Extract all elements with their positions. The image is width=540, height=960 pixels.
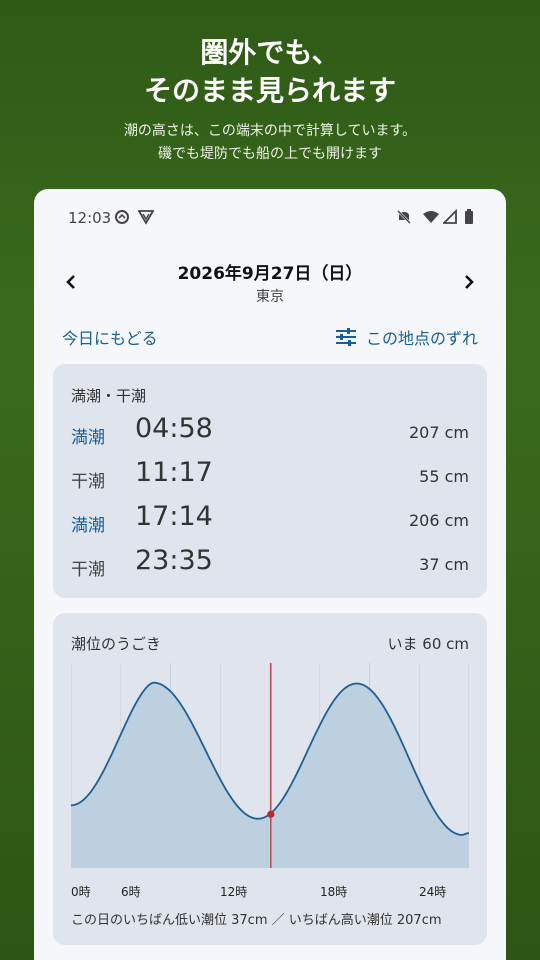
x-tick-label: 12時 xyxy=(220,885,248,899)
status-time: 12:03 xyxy=(68,209,112,227)
promo-title-line2: そのまま見られます xyxy=(143,74,396,107)
tide-height: 55 cm xyxy=(419,467,469,486)
chevron-right-icon xyxy=(465,275,474,289)
tide-row: 干潮 11:17 55 cm xyxy=(71,457,469,497)
tide-chart-card: 潮位のうごき いま 60 cm 0時 6時 12時 18時 24時 この日のいち… xyxy=(53,613,487,945)
promo-title: 圏外でも、 そのまま見られます xyxy=(0,34,540,110)
back-to-today-link[interactable]: 今日にもどる xyxy=(62,325,158,349)
tide-kind: 満潮 xyxy=(71,516,105,536)
chart-label: 潮位のうごき xyxy=(71,635,162,653)
tide-kind: 干潮 xyxy=(71,560,105,580)
tide-row: 満潮 04:58 207 cm xyxy=(71,413,469,453)
offset-link-label: この地点のずれ xyxy=(365,329,478,348)
tide-time: 04:58 xyxy=(135,413,213,444)
tide-chart xyxy=(71,663,469,868)
tide-kind: 干潮 xyxy=(71,472,105,492)
x-tick-label: 6時 xyxy=(121,885,141,899)
x-tick-label: 24時 xyxy=(419,885,447,899)
now-point xyxy=(267,810,275,818)
battery-icon xyxy=(464,209,474,229)
next-day-button[interactable] xyxy=(454,267,484,297)
signal-icon xyxy=(441,208,457,229)
tide-row: 干潮 23:35 37 cm xyxy=(71,545,469,585)
promo-title-line1: 圏外でも、 xyxy=(200,36,340,69)
daily-range-note: この日のいちばん低い潮位 37cm ／ いちばん高い潮位 207cm xyxy=(71,913,442,928)
tide-times-card: 満潮・干潮 満潮 04:58 207 cm 干潮 11:17 55 cm 満潮 … xyxy=(53,364,487,598)
current-level: いま 60 cm xyxy=(387,635,469,653)
wifi-icon xyxy=(422,209,440,229)
phone-screen: 12:03 2026年9月27日（日） 東京 今日にもどる この地点のずれ 満潮… xyxy=(34,189,506,960)
link-row: 今日にもどる この地点のずれ xyxy=(34,325,506,351)
sliders-icon xyxy=(335,328,356,346)
tide-time: 17:14 xyxy=(135,501,213,532)
place-name: 東京 xyxy=(256,289,284,305)
date-title: 2026年9月27日（日） xyxy=(177,264,363,284)
promo-sub-line1: 潮の高さは、この端末の中で計算しています。 xyxy=(123,123,417,139)
tide-kind: 満潮 xyxy=(71,428,105,448)
status-bar: 12:03 xyxy=(34,189,506,247)
x-tick-label: 0時 xyxy=(71,885,91,899)
tide-height: 37 cm xyxy=(419,555,469,574)
mute-icon xyxy=(396,209,412,229)
promo-subtitle: 潮の高さは、この端末の中で計算しています。 磯でも堤防でも船の上でも開けます xyxy=(0,120,540,166)
tide-time: 11:17 xyxy=(135,457,213,488)
promo-sub-line2: 磯でも堤防でも船の上でも開けます xyxy=(158,146,382,162)
tide-time: 23:35 xyxy=(135,545,213,576)
tide-row: 満潮 17:14 206 cm xyxy=(71,501,469,541)
shield-v-icon xyxy=(137,209,155,229)
tide-height: 206 cm xyxy=(408,511,469,530)
tide-times-label: 満潮・干潮 xyxy=(71,387,147,405)
sync-icon xyxy=(114,209,130,229)
tide-height: 207 cm xyxy=(408,423,469,442)
offset-link[interactable]: この地点のずれ xyxy=(335,325,478,349)
x-tick-label: 18時 xyxy=(320,885,348,899)
date-header: 2026年9月27日（日） 東京 xyxy=(34,259,506,309)
